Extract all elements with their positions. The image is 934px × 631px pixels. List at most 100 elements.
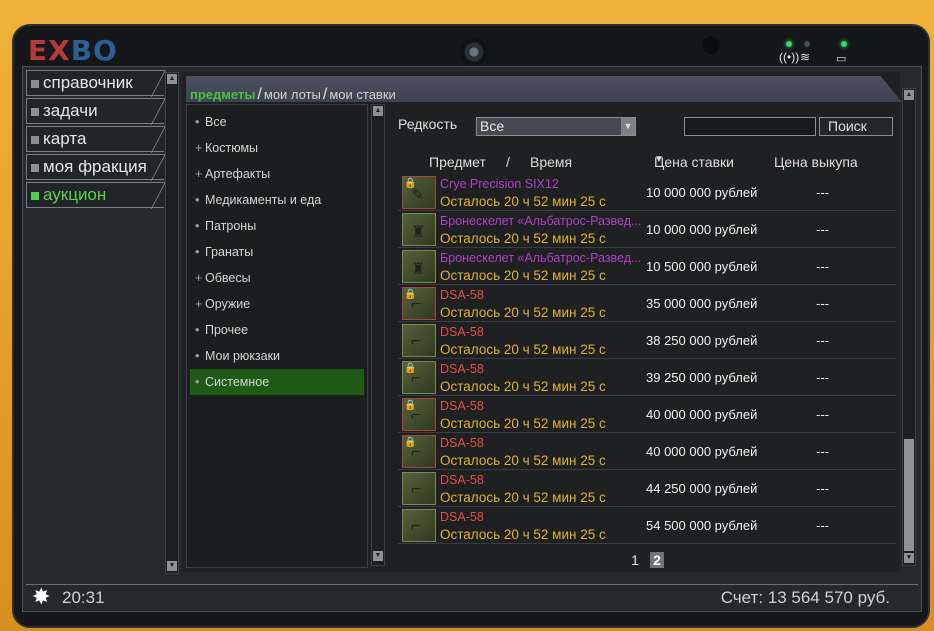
item-name: DSA-58: [440, 510, 484, 524]
category-item[interactable]: + Костюмы: [187, 135, 367, 161]
item-name: DSA-58: [440, 436, 484, 450]
tab-0[interactable]: предметы: [190, 87, 255, 102]
expand-icon: +: [195, 167, 203, 181]
scroll-up-icon[interactable]: ▲: [167, 74, 177, 84]
page-1[interactable]: 1: [628, 552, 642, 568]
col-item[interactable]: Предмет: [429, 154, 486, 170]
scroll-thumb[interactable]: [904, 439, 914, 551]
item-name: DSA-58: [440, 362, 484, 376]
sidebar-item-3[interactable]: моя фракция: [26, 154, 164, 180]
category-label: Артефакты: [205, 167, 271, 181]
sidebar-item-4[interactable]: аукцион: [26, 182, 164, 208]
table-row[interactable]: 🔒 ⌐ DSA-58 Осталось 20 ч 52 мин 25 с 40 000 …: [398, 433, 896, 470]
sidebar-item-label: справочник: [43, 73, 133, 92]
bullet-icon: •: [195, 375, 200, 389]
bid-price: 35 000 000 рублей: [646, 296, 758, 311]
table-row[interactable]: ⌐ DSA-58 Осталось 20 ч 52 мин 25 с 38 250 0…: [398, 322, 896, 359]
rifle-icon: ⌐: [411, 518, 421, 535]
armor-icon: ♜: [411, 224, 426, 241]
bid-price: 54 500 000 рублей: [646, 518, 758, 533]
category-item[interactable]: • Прочее: [187, 317, 367, 343]
sort-down-icon: ▼: [654, 154, 664, 165]
item-thumbnail: ♜: [402, 213, 436, 246]
category-label: Медикаменты и еда: [205, 193, 322, 207]
scroll-down-icon[interactable]: ▼: [904, 553, 914, 563]
lot-scrollbar[interactable]: ▲ ▼: [902, 88, 916, 566]
category-item[interactable]: • Медикаменты и еда: [187, 187, 367, 213]
category-item[interactable]: + Оружие: [187, 291, 367, 317]
sidebar-item-label: задачи: [43, 101, 98, 120]
table-row[interactable]: ♜ Бронескелет «Альбатрос-Развед... Осталос…: [398, 248, 896, 285]
category-item[interactable]: • Системное: [190, 369, 364, 395]
category-item[interactable]: + Артефакты: [187, 161, 367, 187]
category-scrollbar[interactable]: ▲ ▼: [371, 104, 385, 566]
table-row[interactable]: 🔒 ✎ Crye Precision SIX12 Осталось 20 ч 52 м…: [398, 174, 896, 211]
buyout-price: ---: [816, 333, 829, 348]
category-item[interactable]: • Мои рюкзаки: [187, 343, 367, 369]
sidebar-item-label: моя фракция: [43, 157, 147, 176]
col-time[interactable]: Время: [530, 154, 572, 170]
time-remaining: Осталось 20 ч 52 мин 25 с: [440, 268, 606, 283]
sidebar-item-1[interactable]: задачи: [26, 98, 164, 124]
time-remaining: Осталось 20 ч 52 мин 25 с: [440, 305, 606, 320]
sidebar-item-0[interactable]: справочник: [26, 70, 164, 96]
item-thumbnail: ⌐: [402, 324, 436, 357]
bullet-icon: [31, 136, 39, 144]
bid-price: 38 250 000 рублей: [646, 333, 758, 348]
item-thumbnail: ⌐: [402, 472, 436, 505]
category-item[interactable]: • Гранаты: [187, 239, 367, 265]
item-thumbnail: ♜: [402, 250, 436, 283]
sidebar-scrollbar[interactable]: ▲ ▼: [165, 72, 179, 574]
table-row[interactable]: ♜ Бронескелет «Альбатрос-Развед... Осталос…: [398, 211, 896, 248]
table-row[interactable]: ⌐ DSA-58 Осталось 20 ч 52 мин 25 с 44 250 0…: [398, 470, 896, 507]
category-label: Патроны: [205, 219, 257, 233]
bid-price: 10 500 000 рублей: [646, 259, 758, 274]
category-label: Обвесы: [205, 271, 251, 285]
clock: 20:31: [62, 588, 105, 607]
category-item[interactable]: + Обвесы: [187, 265, 367, 291]
scroll-down-icon[interactable]: ▼: [373, 551, 383, 561]
sidebar-item-2[interactable]: карта: [26, 126, 164, 152]
wifi-led: [804, 41, 810, 47]
item-name: DSA-58: [440, 325, 484, 339]
search-input[interactable]: [684, 117, 816, 136]
col-buyout-price[interactable]: Цена выкупа: [774, 154, 858, 170]
table-row[interactable]: 🔒 ⌐ DSA-58 Осталось 20 ч 52 мин 25 с 39 250 …: [398, 359, 896, 396]
category-label: Системное: [205, 375, 270, 389]
sensor-icon: [702, 36, 720, 54]
buyout-price: ---: [816, 259, 829, 274]
bid-price: 10 000 000 рублей: [646, 222, 758, 237]
time-remaining: Осталось 20 ч 52 мин 25 с: [440, 194, 606, 209]
category-item[interactable]: • Патроны: [187, 213, 367, 239]
category-item[interactable]: • Все: [187, 109, 367, 135]
rifle-icon: ⌐: [411, 481, 421, 498]
table-row[interactable]: 🔒 ⌐ DSA-58 Осталось 20 ч 52 мин 25 с 35 000 …: [398, 285, 896, 322]
item-thumbnail: ⌐: [402, 509, 436, 542]
bid-price: 40 000 000 рублей: [646, 444, 758, 459]
bullet-icon: [31, 192, 39, 200]
search-button[interactable]: Поиск: [819, 117, 893, 136]
expand-icon: +: [195, 271, 203, 285]
scroll-up-icon[interactable]: ▲: [904, 90, 914, 100]
buyout-price: ---: [816, 296, 829, 311]
bid-price: 40 000 000 рублей: [646, 407, 758, 422]
battery-icon: ▭: [836, 53, 847, 65]
item-thumbnail: 🔒 ⌐: [402, 361, 436, 394]
exbo-logo: EXBO: [28, 34, 118, 67]
scroll-down-icon[interactable]: ▼: [167, 561, 177, 571]
time-remaining: Осталось 20 ч 52 мин 25 с: [440, 416, 606, 431]
category-list: • Все + Костюмы + Артефакты • Медикаменты и еда…: [186, 104, 368, 568]
scroll-up-icon[interactable]: ▲: [373, 106, 383, 116]
tab-2[interactable]: мои ставки: [329, 87, 395, 102]
camera-icon: [460, 38, 488, 66]
bullet-icon: •: [195, 349, 200, 363]
bullet-icon: •: [195, 219, 200, 233]
table-row[interactable]: ⌐ DSA-58 Осталось 20 ч 52 мин 25 с 54 500 0…: [398, 507, 896, 544]
item-name: DSA-58: [440, 399, 484, 413]
pager: 12: [628, 552, 672, 568]
table-row[interactable]: 🔒 ⌐ DSA-58 Осталось 20 ч 52 мин 25 с 40 000 …: [398, 396, 896, 433]
tab-1[interactable]: мои лоты: [264, 87, 321, 102]
page-2[interactable]: 2: [650, 552, 664, 568]
buyout-price: ---: [816, 370, 829, 385]
rarity-select[interactable]: Все ▼: [476, 117, 636, 136]
